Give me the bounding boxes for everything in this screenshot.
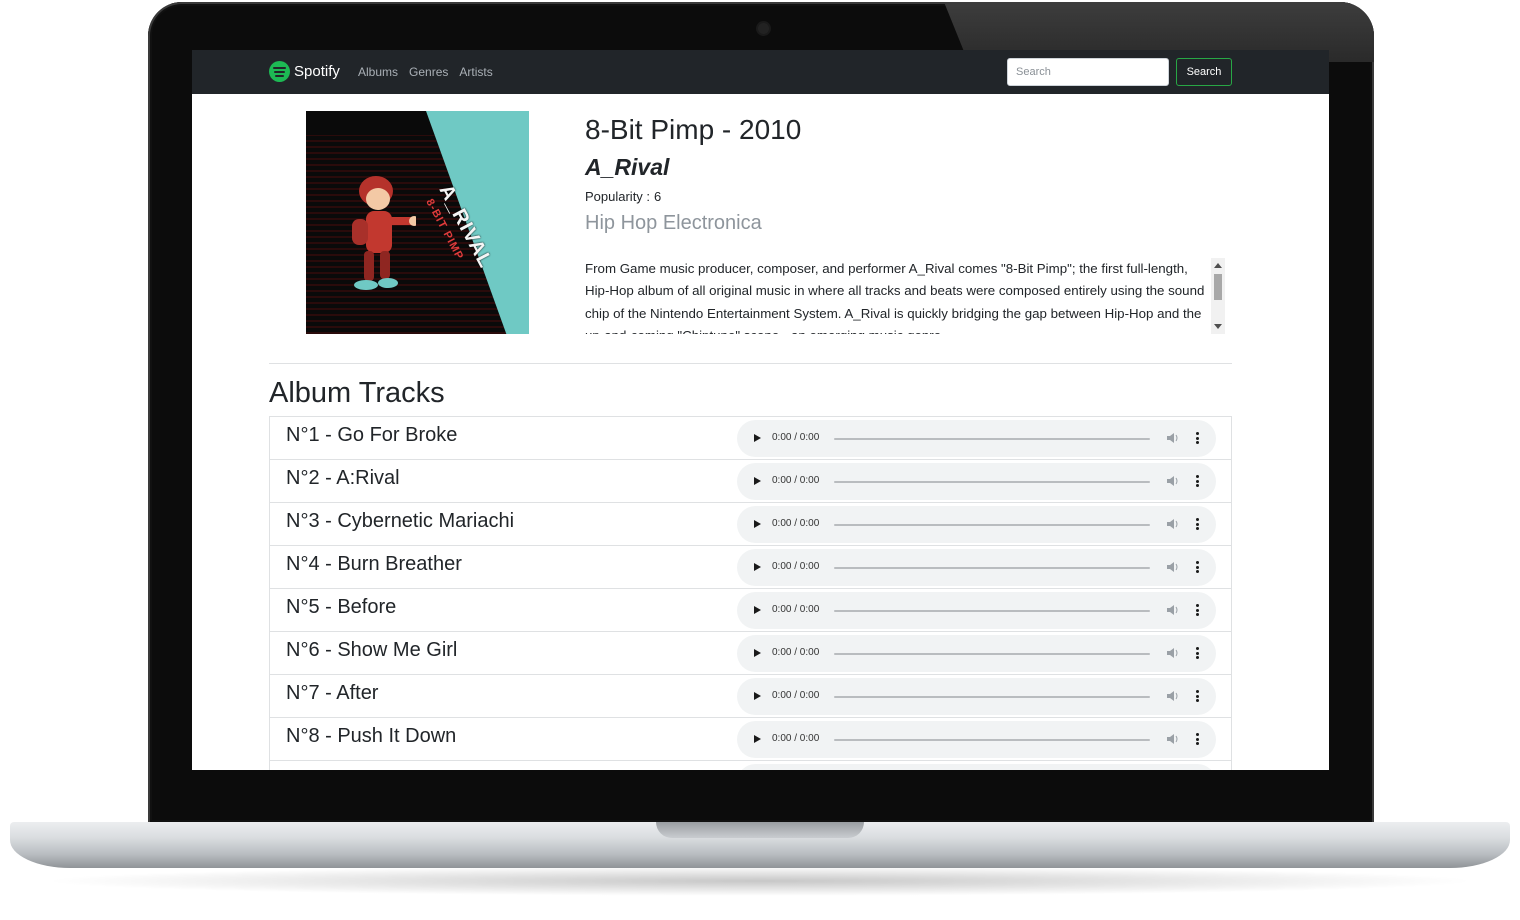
audio-player[interactable]: 0:00 / 0:00 (737, 463, 1216, 500)
audio-time: 0:00 / 0:00 (772, 647, 820, 658)
nav-link-artists[interactable]: Artists (459, 65, 492, 79)
track-row: N°2 - A:Rival 0:00 / 0:00 (269, 459, 1232, 502)
track-row: N°7 - After 0:00 / 0:00 (269, 674, 1232, 717)
track-name: N°5 - Before (286, 596, 397, 618)
track-name: N°3 - Cybernetic Mariachi (286, 510, 515, 532)
audio-time: 0:00 / 0:00 (772, 432, 820, 443)
scroll-thumb[interactable] (1214, 274, 1222, 300)
audio-progress-bar[interactable] (834, 438, 1150, 440)
audio-player[interactable] (737, 764, 1216, 770)
audio-player[interactable]: 0:00 / 0:00 (737, 506, 1216, 543)
audio-time: 0:00 / 0:00 (772, 518, 820, 529)
scroll-up-arrow-icon[interactable] (1214, 263, 1222, 268)
volume-icon[interactable] (1166, 432, 1180, 444)
popularity-label: Popularity : (585, 189, 651, 204)
audio-progress-bar[interactable] (834, 610, 1150, 612)
popularity-value: 6 (654, 189, 662, 204)
audio-player[interactable]: 0:00 / 0:00 (737, 420, 1216, 457)
tracks-list: N°1 - Go For Broke 0:00 / 0:00 N°2 - A:R… (269, 416, 1232, 770)
navbar: Spotify Albums Genres Artists Search (192, 50, 1329, 94)
audio-player[interactable]: 0:00 / 0:00 (737, 635, 1216, 672)
webcam-icon (758, 23, 769, 34)
spotify-logo-icon (269, 61, 290, 82)
volume-icon[interactable] (1166, 475, 1180, 487)
audio-player[interactable]: 0:00 / 0:00 (737, 592, 1216, 629)
more-options-icon[interactable] (1196, 733, 1199, 745)
nav-links: Albums Genres Artists (358, 65, 493, 79)
play-icon[interactable] (754, 735, 761, 743)
album-artist: A_Rival (585, 154, 670, 180)
track-name: N°2 - A:Rival (286, 467, 400, 489)
track-name: N°8 - Push It Down (286, 725, 457, 747)
tracks-heading: Album Tracks (269, 377, 445, 409)
more-options-icon[interactable] (1196, 518, 1199, 530)
play-icon[interactable] (754, 563, 761, 571)
cover-character-illustration (352, 176, 416, 290)
search-input[interactable] (1007, 58, 1169, 86)
album-cover: A_RIVAL 8-BIT PIMP (306, 111, 529, 334)
track-row: N°3 - Cybernetic Mariachi 0:00 / 0:00 (269, 502, 1232, 545)
description-scrollbar[interactable] (1211, 258, 1225, 334)
audio-time: 0:00 / 0:00 (772, 733, 820, 744)
audio-player[interactable]: 0:00 / 0:00 (737, 678, 1216, 715)
track-name: N°7 - After (286, 682, 379, 704)
play-icon[interactable] (754, 520, 761, 528)
play-icon[interactable] (754, 477, 761, 485)
search-button[interactable]: Search (1176, 58, 1232, 86)
audio-player[interactable]: 0:00 / 0:00 (737, 721, 1216, 758)
brand-link[interactable]: Spotify (269, 61, 340, 82)
album-description: From Game music producer, composer, and … (585, 261, 1205, 334)
play-icon[interactable] (754, 434, 761, 442)
volume-icon[interactable] (1166, 604, 1180, 616)
play-icon[interactable] (754, 692, 761, 700)
audio-progress-bar[interactable] (834, 567, 1150, 569)
track-row: N°5 - Before 0:00 / 0:00 (269, 588, 1232, 631)
audio-progress-bar[interactable] (834, 739, 1150, 741)
audio-time: 0:00 / 0:00 (772, 604, 820, 615)
album-title: 8-Bit Pimp - 2010 (585, 114, 802, 145)
audio-progress-bar[interactable] (834, 524, 1150, 526)
audio-player[interactable]: 0:00 / 0:00 (737, 549, 1216, 586)
brand-name: Spotify (294, 63, 340, 80)
nav-link-albums[interactable]: Albums (358, 65, 398, 79)
track-row: N°1 - Go For Broke 0:00 / 0:00 (269, 416, 1232, 459)
album-genres: Hip Hop Electronica (585, 212, 762, 234)
volume-icon[interactable] (1166, 647, 1180, 659)
album-popularity: Popularity : 6 (585, 189, 661, 204)
track-name: N°1 - Go For Broke (286, 424, 458, 446)
nav-link-genres[interactable]: Genres (409, 65, 448, 79)
volume-icon[interactable] (1166, 690, 1180, 702)
more-options-icon[interactable] (1196, 432, 1199, 444)
track-name: N°4 - Burn Breather (286, 553, 462, 575)
audio-time: 0:00 / 0:00 (772, 475, 820, 486)
more-options-icon[interactable] (1196, 561, 1199, 573)
more-options-icon[interactable] (1196, 647, 1199, 659)
more-options-icon[interactable] (1196, 604, 1199, 616)
audio-progress-bar[interactable] (834, 481, 1150, 483)
play-icon[interactable] (754, 649, 761, 657)
laptop-notch (656, 822, 864, 838)
track-row: N°6 - Show Me Girl 0:00 / 0:00 (269, 631, 1232, 674)
track-row: N°4 - Burn Breather 0:00 / 0:00 (269, 545, 1232, 588)
audio-progress-bar[interactable] (834, 696, 1150, 698)
audio-time: 0:00 / 0:00 (772, 561, 820, 572)
audio-time: 0:00 / 0:00 (772, 690, 820, 701)
volume-icon[interactable] (1166, 518, 1180, 530)
track-row (269, 760, 1232, 770)
volume-icon[interactable] (1166, 733, 1180, 745)
section-divider (269, 363, 1232, 364)
laptop-shadow (40, 866, 1480, 896)
scroll-down-arrow-icon[interactable] (1214, 324, 1222, 329)
play-icon[interactable] (754, 606, 761, 614)
audio-progress-bar[interactable] (834, 653, 1150, 655)
more-options-icon[interactable] (1196, 475, 1199, 487)
volume-icon[interactable] (1166, 561, 1180, 573)
album-description-box[interactable]: From Game music producer, composer, and … (585, 258, 1225, 334)
track-name: N°6 - Show Me Girl (286, 639, 458, 661)
more-options-icon[interactable] (1196, 690, 1199, 702)
browser-screen: Spotify Albums Genres Artists Search A_R… (192, 50, 1329, 770)
track-row: N°8 - Push It Down 0:00 / 0:00 (269, 717, 1232, 760)
